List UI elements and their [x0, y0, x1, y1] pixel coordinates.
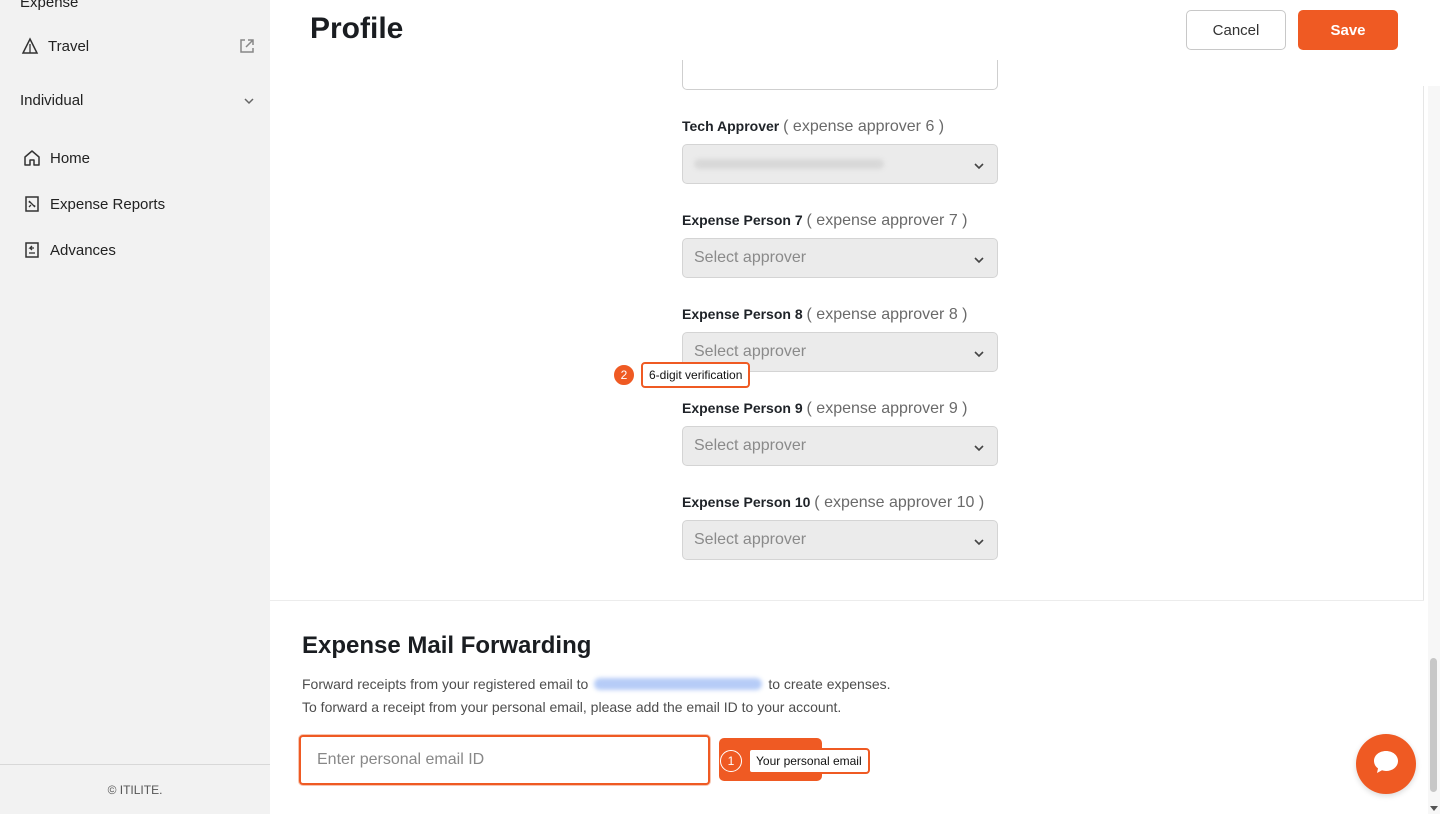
chevron-down-icon: [973, 253, 985, 265]
select-placeholder: Select approver: [694, 531, 807, 548]
sidebar-item-home[interactable]: Home: [22, 148, 90, 168]
select-placeholder: Select approver: [694, 343, 807, 360]
approver-sub: ( expense approver 9 ): [806, 400, 968, 417]
description-prefix: Forward receipts from your registered em…: [302, 676, 589, 692]
chevron-down-icon: [973, 159, 985, 171]
chat-bubble-icon: [1371, 747, 1401, 782]
sidebar-item-advances[interactable]: Advances: [22, 240, 116, 260]
page-title: Profile: [310, 12, 404, 45]
annotation-number: 2: [613, 364, 635, 386]
individual-dropdown[interactable]: Individual: [20, 92, 256, 109]
chevron-down-icon: [242, 94, 256, 108]
approver-name: Expense Person 8: [682, 306, 803, 322]
chevron-down-icon: [973, 535, 985, 547]
description-suffix: to create expenses.: [768, 676, 891, 692]
chevron-down-icon: [973, 347, 985, 359]
approver-sub: ( expense approver 8 ): [806, 306, 968, 323]
sidebar-item-label: Advances: [50, 241, 116, 259]
scrollbar-thumb[interactable]: [1430, 658, 1437, 792]
approver-sub: ( expense approver 6 ): [783, 118, 945, 135]
sidebar-item-label: Home: [50, 149, 91, 167]
select-placeholder: Select approver: [694, 437, 807, 454]
previous-approver-select[interactable]: [682, 60, 998, 90]
home-icon: [22, 148, 42, 168]
sidebar-item-label: Travel: [48, 37, 90, 55]
receipt-icon: [22, 194, 42, 214]
chat-button[interactable]: [1356, 734, 1416, 794]
external-link-icon[interactable]: [238, 37, 256, 55]
approver-label: Expense Person 10 ( expense approver 10 …: [682, 494, 984, 512]
save-button[interactable]: Save: [1298, 10, 1398, 50]
annotation-tag-1: 1 Your personal email: [720, 748, 870, 774]
mail-forwarding-description: Forward receipts from your registered em…: [302, 676, 891, 692]
sidebar-item-label: Expense Reports: [50, 195, 166, 213]
approver-label: Expense Person 8 ( expense approver 8 ): [682, 306, 968, 324]
expense-person-10-select[interactable]: Select approver: [682, 520, 998, 560]
approver-label: Expense Person 7 ( expense approver 7 ): [682, 212, 968, 230]
approver-label: Tech Approver ( expense approver 6 ): [682, 118, 944, 136]
annotation-label: Your personal email: [748, 748, 870, 774]
travel-icon: [20, 36, 40, 56]
sidebar-item-expense-reports[interactable]: Expense Reports: [22, 194, 165, 214]
annotation-label: 6-digit verification: [641, 362, 751, 388]
approver-sub: ( expense approver 7 ): [806, 212, 968, 229]
mail-forwarding-title: Expense Mail Forwarding: [302, 632, 592, 659]
blurred-value: [694, 159, 884, 169]
expense-person-9-select[interactable]: Select approver: [682, 426, 998, 466]
individual-label: Individual: [20, 92, 84, 109]
cancel-button[interactable]: Cancel: [1186, 10, 1286, 50]
approver-name: Tech Approver: [682, 118, 780, 134]
mail-forwarding-instructions: To forward a receipt from your personal …: [302, 699, 842, 715]
approver-name: Expense Person 10: [682, 494, 811, 510]
chevron-down-icon: [973, 441, 985, 453]
scroll-down-arrow-icon[interactable]: [1429, 800, 1439, 811]
personal-email-input[interactable]: Enter personal email ID: [299, 735, 710, 785]
tech-approver-select[interactable]: [682, 144, 998, 184]
sidebar: Expense Travel Individual Home Expense R…: [0, 0, 270, 814]
approver-name: Expense Person 9: [682, 400, 803, 416]
expense-person-7-select[interactable]: Select approver: [682, 238, 998, 278]
annotation-tag-2: 2 6-digit verification: [613, 362, 751, 388]
advances-icon: [22, 240, 42, 260]
approver-name: Expense Person 7: [682, 212, 803, 228]
annotation-number: 1: [720, 750, 742, 772]
approver-label: Expense Person 9 ( expense approver 9 ): [682, 400, 968, 418]
sidebar-section-title: Expense: [20, 0, 79, 11]
forwarding-email-link[interactable]: [594, 678, 763, 690]
sidebar-footer: © ITILITE.: [0, 764, 270, 814]
section-divider: [270, 600, 1424, 601]
select-placeholder: Select approver: [694, 249, 807, 266]
sidebar-item-travel[interactable]: Travel: [20, 36, 256, 56]
approver-sub: ( expense approver 10 ): [814, 494, 985, 511]
